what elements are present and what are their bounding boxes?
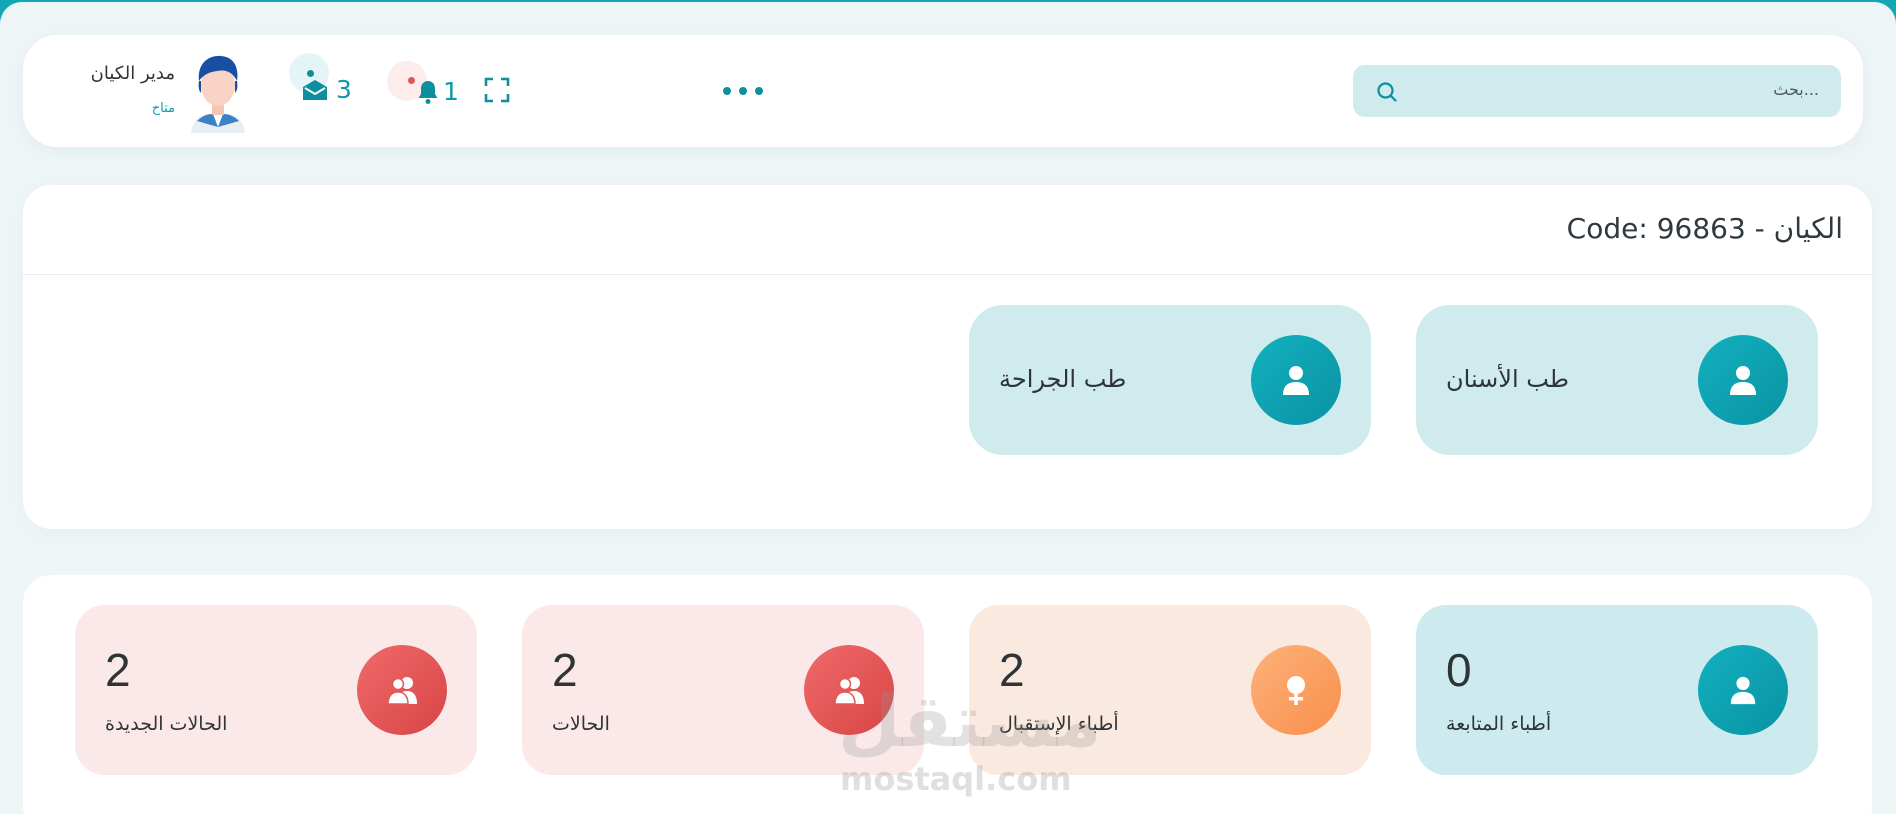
envelope-icon [303,80,327,100]
stat-card-followup-doctors[interactable]: 0 أطباء المتابعة [1416,605,1818,775]
app-frame: بحث... 1 3 مدير الكيان متاح الكيان - Cod… [0,2,1896,814]
stat-label: الحالات [552,713,610,735]
top-header: بحث... 1 3 مدير الكيان متاح [23,35,1863,147]
user-avatar[interactable] [183,51,253,133]
specialty-label: طب الأسنان [1446,365,1569,393]
search-placeholder: بحث... [1773,80,1819,99]
stat-label: الحالات الجديدة [105,713,228,735]
entity-title: الكيان - Code: 96863 [1566,212,1843,245]
search-input[interactable]: بحث... [1353,65,1841,117]
female-icon [1287,676,1305,705]
specialty-label: طب الجراحة [999,365,1127,393]
specialty-icon-circle [1251,335,1341,425]
stat-value: 0 [1446,644,1472,696]
fullscreen-icon[interactable] [484,77,510,103]
messages-button[interactable]: 3 [273,53,373,119]
stat-icon-circle [1251,645,1341,735]
stat-card-new-cases[interactable]: 2 الحالات الجديدة [75,605,477,775]
entity-panel: الكيان - Code: 96863 طب الأسنان طب الجرا… [23,185,1872,529]
stat-label: أطباء المتابعة [1446,713,1552,735]
users-icon [387,677,417,705]
user-icon [1730,676,1756,705]
watermark-latin: mostaql.com [840,760,1072,798]
notification-dot [408,77,415,84]
search-icon[interactable] [1375,80,1399,104]
user-icon [1283,366,1309,395]
specialty-icon-circle [1698,335,1788,425]
stat-icon-circle [1698,645,1788,735]
stat-value: 2 [552,644,578,696]
user-icon [1730,366,1756,395]
entity-panel-header: الكيان - Code: 96863 [23,185,1872,275]
watermark-arabic: مستقل [838,679,1102,763]
stat-value: 2 [105,644,131,696]
specialty-card-surgery[interactable]: طب الجراحة [969,305,1371,455]
messages-count: 3 [336,75,352,104]
user-status: متاح [151,101,175,116]
notifications-button[interactable]: 1 [379,61,463,121]
notifications-count: 1 [443,77,459,106]
specialty-card-dentistry[interactable]: طب الأسنان [1416,305,1818,455]
message-dot [307,70,314,77]
stat-icon-circle [357,645,447,735]
more-options-icon[interactable] [718,77,768,105]
bell-icon [418,81,438,104]
user-name: مدير الكيان [90,63,175,84]
